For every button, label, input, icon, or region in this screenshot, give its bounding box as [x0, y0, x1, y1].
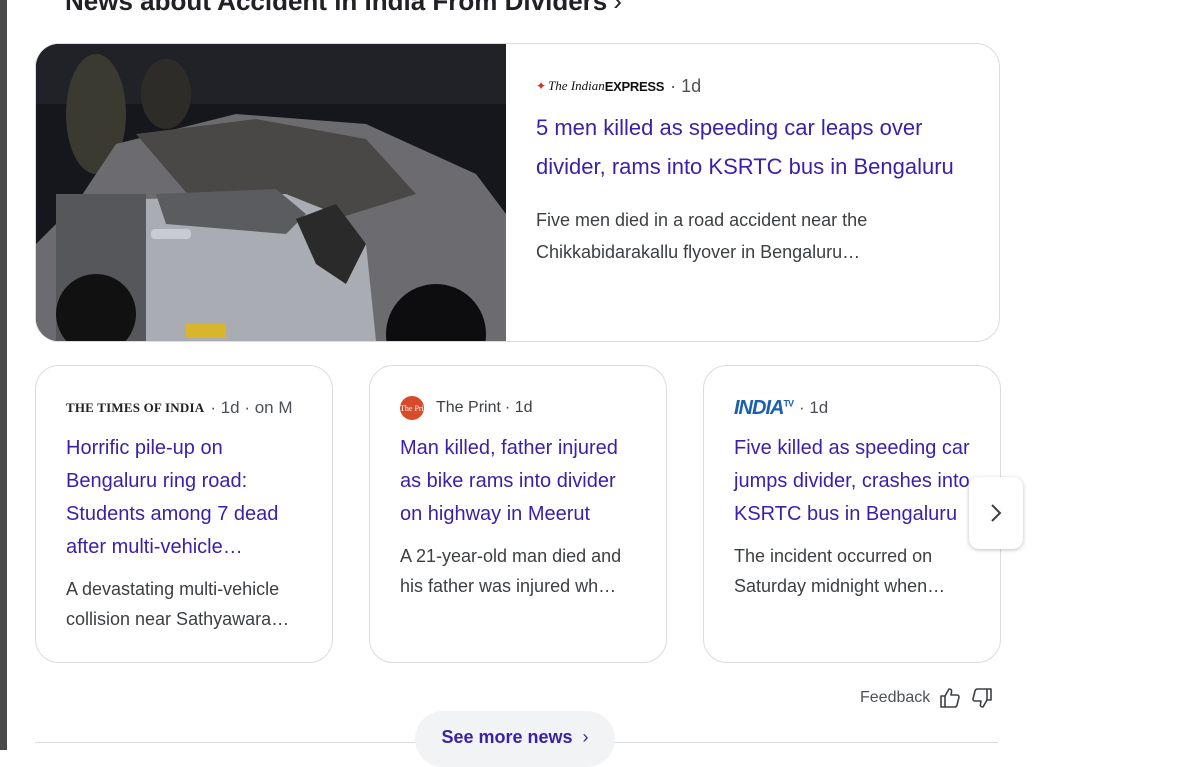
card-time: · 1d · on M: [210, 398, 293, 417]
hero-snippet: Five men died in a road accident near th…: [536, 210, 868, 262]
hero-thumbnail[interactable]: [36, 44, 506, 341]
card-snippet: A 21-year-old man died and his father wa…: [400, 546, 622, 596]
window-edge: [0, 0, 7, 750]
card-snippet: The incident occurred on Saturday midnig…: [734, 546, 946, 596]
section-title-text[interactable]: News about Accident in India From Divide…: [65, 0, 607, 16]
flame-icon: ✦: [536, 78, 547, 93]
times-of-india-logo: THE TIMES OF INDIA: [66, 400, 205, 415]
hero-headline[interactable]: 5 men killed as speeding car leaps over …: [536, 108, 969, 186]
hero-source-row: ✦ The Indian EXPRESS · 1d: [536, 74, 969, 98]
chevron-right-icon: ›: [613, 0, 622, 16]
hero-time: · 1d: [670, 75, 702, 96]
card-source-row: The Print The Print · 1d: [400, 396, 640, 420]
hero-body: ✦ The Indian EXPRESS · 1d 5 men killed as…: [536, 44, 969, 268]
card-headline[interactable]: Five killed as speeding car jumps divide…: [734, 432, 974, 531]
card-time: · 1d: [504, 399, 533, 416]
card-headline[interactable]: Man killed, father injured as bike rams …: [400, 432, 640, 531]
crashed-car-image: [36, 44, 506, 341]
feedback-row: Feedback: [860, 686, 994, 710]
card-headline[interactable]: Horrific pile-up on Bengaluru ring road:…: [66, 432, 306, 564]
news-card-the-print[interactable]: The Print The Print · 1d Man killed, fat…: [369, 365, 667, 663]
card-snippet: A devastating multi-vehicle collision ne…: [66, 579, 290, 629]
card-source-row: THE TIMES OF INDIA · 1d · on M: [66, 396, 306, 420]
news-card-times-of-india[interactable]: THE TIMES OF INDIA · 1d · on M Horrific …: [35, 365, 333, 663]
india-tv-logo: INDIATV: [734, 396, 794, 419]
see-more-news-button[interactable]: See more news ›: [415, 711, 615, 767]
feedback-link[interactable]: Feedback: [860, 689, 930, 707]
thumbs-up-icon[interactable]: [938, 686, 962, 710]
card-source-name: The Print: [436, 399, 501, 416]
section-title[interactable]: News about Accident in India From Divide…: [65, 0, 622, 17]
card-time: · 1d: [798, 398, 829, 417]
indian-express-logo: ✦ The Indian EXPRESS: [536, 78, 665, 94]
chevron-right-icon: ›: [582, 727, 589, 747]
card-source-row: INDIATV · 1d: [734, 396, 974, 420]
news-card-india-tv[interactable]: INDIATV · 1d Five killed as speeding car…: [703, 365, 1001, 663]
carousel-next-button[interactable]: [969, 477, 1023, 549]
see-more-label: See more news: [441, 727, 573, 747]
thumbs-down-icon[interactable]: [970, 686, 994, 710]
hero-news-card[interactable]: ✦ The Indian EXPRESS · 1d 5 men killed as…: [35, 43, 1000, 342]
the-print-logo-icon: The Print: [400, 396, 430, 420]
chevron-right-icon: [991, 504, 1002, 522]
